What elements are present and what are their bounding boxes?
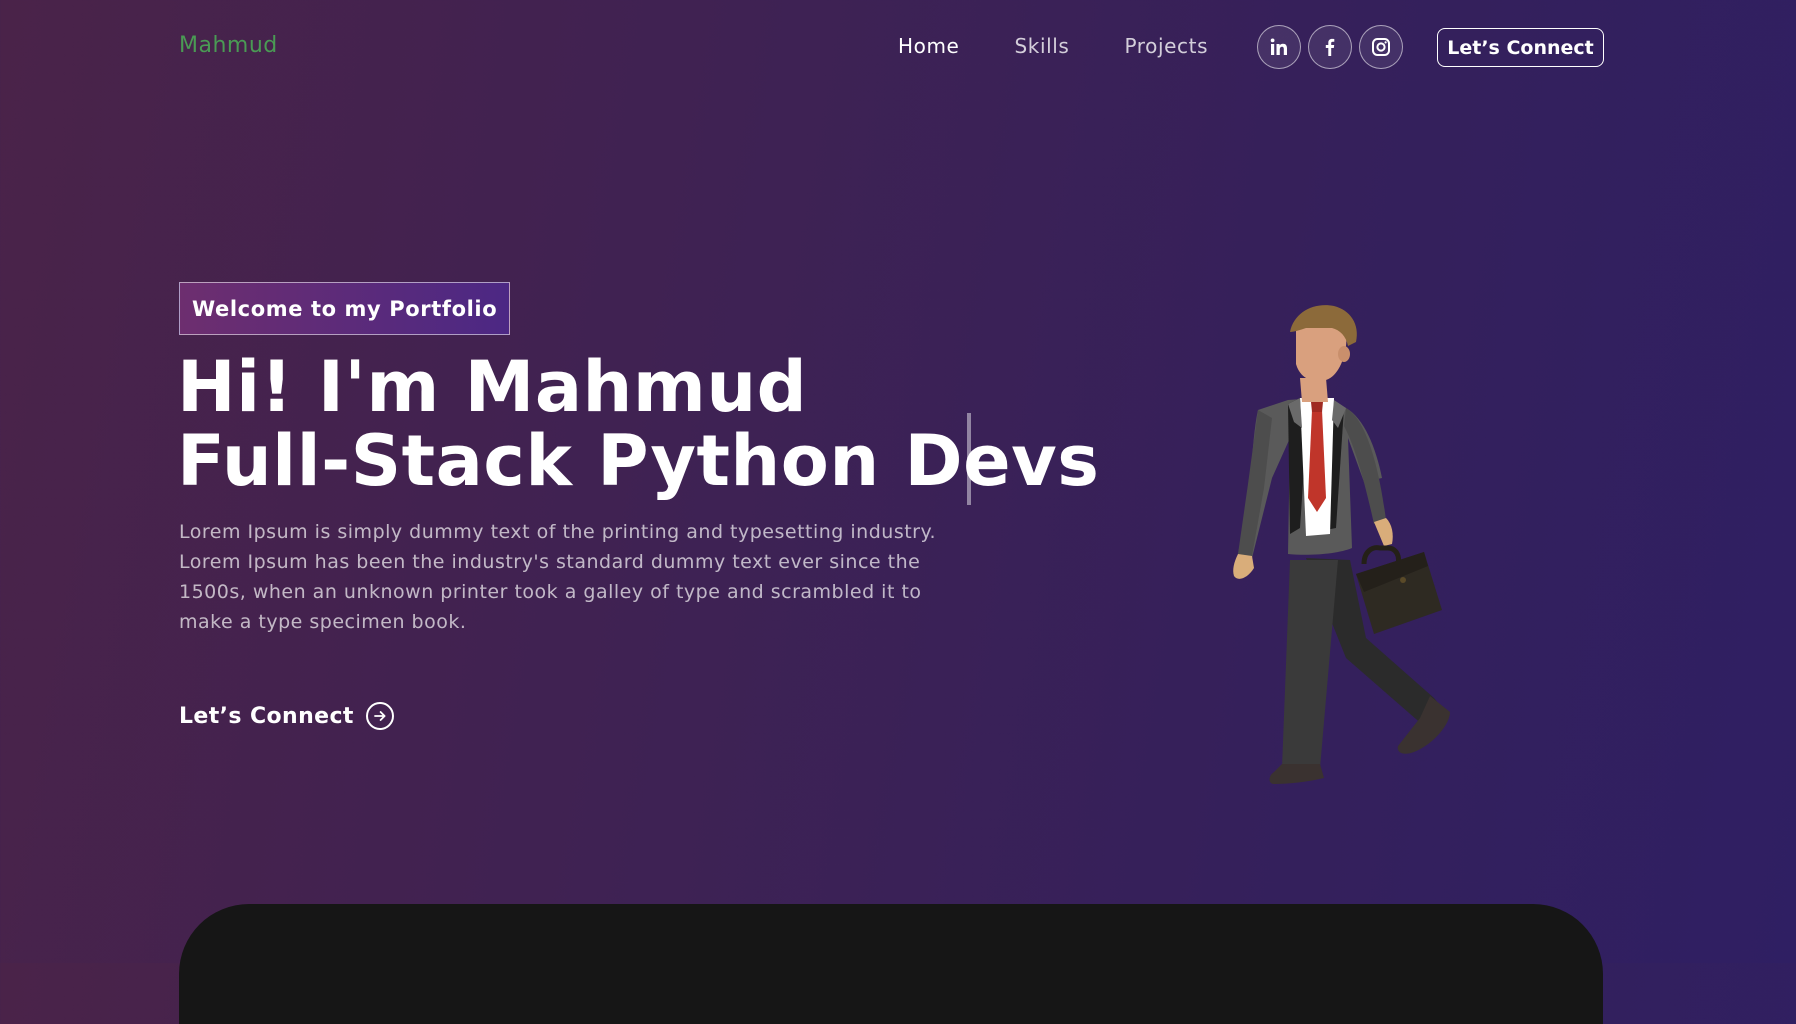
instagram-button[interactable] <box>1359 25 1403 69</box>
hero-description: Lorem Ipsum is simply dummy text of the … <box>179 521 937 633</box>
nav-connect-button[interactable]: Let’s Connect <box>1437 28 1604 67</box>
facebook-button[interactable] <box>1308 25 1352 69</box>
hero-connect-button[interactable]: Let’s Connect <box>179 702 394 730</box>
nav-links: Home Skills Projects <box>898 34 1263 58</box>
page: Mahmud Home Skills Projects Let’s Connec… <box>0 0 1796 1024</box>
nav-link-projects[interactable]: Projects <box>1124 34 1208 58</box>
skills-section-panel <box>179 904 1603 1024</box>
headline-line-2: Full-Stack Python Devs <box>177 420 1100 502</box>
businessman-illustration <box>1233 305 1450 784</box>
linkedin-icon <box>1270 38 1287 55</box>
hero-connect-label: Let’s Connect <box>179 703 354 729</box>
hero-headline: Hi! I'm Mahmud Full-Stack Python Devs <box>177 350 1099 498</box>
typing-cursor <box>967 413 971 505</box>
facebook-icon <box>1325 38 1335 56</box>
nav-link-home[interactable]: Home <box>898 34 959 58</box>
arrow-right-circle-icon <box>365 702 394 730</box>
headline-line-1: Hi! I'm Mahmud <box>177 346 808 428</box>
welcome-tagline: Welcome to my Portfolio <box>179 282 511 335</box>
social-links <box>1257 25 1403 69</box>
instagram-icon <box>1372 38 1390 56</box>
nav-link-skills[interactable]: Skills <box>1014 34 1069 58</box>
brand-logo[interactable]: Mahmud <box>179 33 278 58</box>
linkedin-button[interactable] <box>1257 25 1301 69</box>
